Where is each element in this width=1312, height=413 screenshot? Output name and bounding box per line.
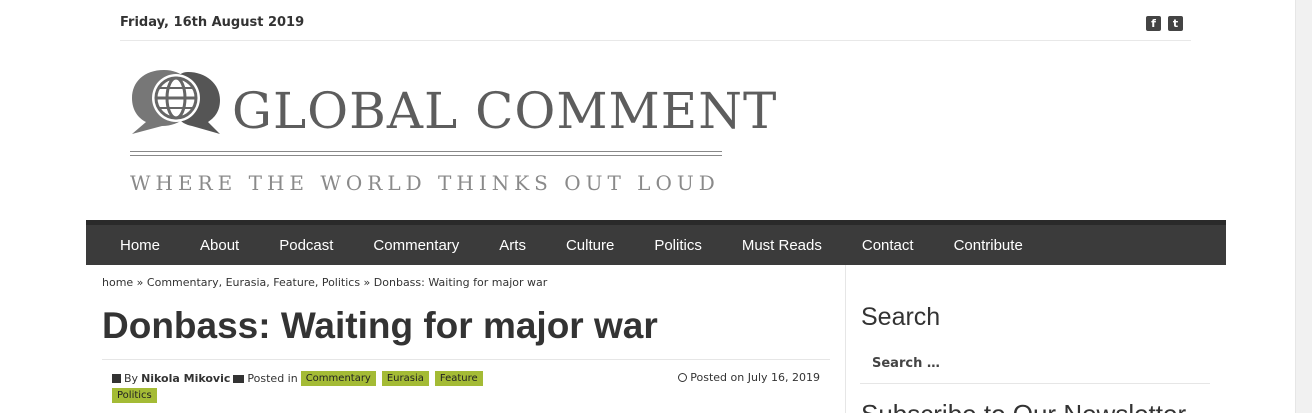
globe-speech-bubble-icon bbox=[132, 70, 220, 134]
folder-icon bbox=[233, 374, 245, 383]
clock-icon bbox=[678, 373, 688, 382]
current-date: Friday, 16th August 2019 bbox=[120, 15, 305, 30]
category-tag[interactable]: Commentary bbox=[300, 371, 376, 386]
article-meta: By Nikola Mikovic Posted in Commentary E… bbox=[102, 359, 830, 403]
social-links: f t bbox=[1146, 16, 1183, 31]
category-tag[interactable]: Eurasia bbox=[381, 371, 429, 386]
nav-arts[interactable]: Arts bbox=[479, 237, 546, 254]
nav-culture[interactable]: Culture bbox=[546, 237, 634, 254]
logo-tagline: WHERE THE WORLD THINKS OUT LOUD bbox=[130, 171, 720, 195]
twitter-icon[interactable]: t bbox=[1168, 16, 1183, 31]
by-label: By bbox=[124, 372, 139, 385]
sidebar: Search Subscribe to Our Newsletter bbox=[845, 265, 1226, 413]
posted-on-text: Posted on July 16, 2019 bbox=[690, 371, 820, 384]
nav-about[interactable]: About bbox=[180, 237, 259, 254]
nav-home[interactable]: Home bbox=[100, 237, 180, 254]
category-tag[interactable]: Feature bbox=[434, 371, 483, 386]
author-link[interactable]: Nikola Mikovic bbox=[141, 372, 230, 385]
nav-must-reads[interactable]: Must Reads bbox=[722, 237, 842, 254]
main-nav: Home About Podcast Commentary Arts Cultu… bbox=[86, 220, 1226, 265]
category-tag[interactable]: Politics bbox=[112, 388, 157, 403]
site-logo[interactable]: GLOBAL COMMENT WHERE THE WORLD THINKS OU… bbox=[128, 66, 776, 196]
facebook-icon[interactable]: f bbox=[1146, 16, 1161, 31]
logo-rule bbox=[130, 151, 722, 152]
user-icon bbox=[112, 374, 121, 383]
newsletter-widget-title: Subscribe to Our Newsletter bbox=[861, 399, 1186, 413]
nav-contact[interactable]: Contact bbox=[842, 237, 934, 254]
search-input[interactable] bbox=[860, 344, 1210, 384]
nav-podcast[interactable]: Podcast bbox=[259, 237, 353, 254]
nav-commentary[interactable]: Commentary bbox=[353, 237, 479, 254]
nav-contribute[interactable]: Contribute bbox=[934, 237, 1043, 254]
posted-in-label: Posted in bbox=[247, 372, 298, 385]
search-widget-title: Search bbox=[861, 303, 941, 331]
article-main: home » Commentary, Eurasia, Feature, Pol… bbox=[86, 265, 844, 413]
article-title: Donbass: Waiting for major war bbox=[102, 305, 658, 346]
breadcrumb[interactable]: home » Commentary, Eurasia, Feature, Pol… bbox=[102, 276, 547, 289]
logo-wordmark: GLOBAL COMMENT bbox=[232, 82, 778, 140]
nav-politics[interactable]: Politics bbox=[634, 237, 722, 254]
page-scrollbar[interactable] bbox=[1295, 0, 1312, 413]
logo-rule bbox=[130, 155, 722, 156]
top-bar: Friday, 16th August 2019 f t bbox=[120, 0, 1191, 41]
post-date: Posted on July 16, 2019 bbox=[678, 371, 820, 384]
